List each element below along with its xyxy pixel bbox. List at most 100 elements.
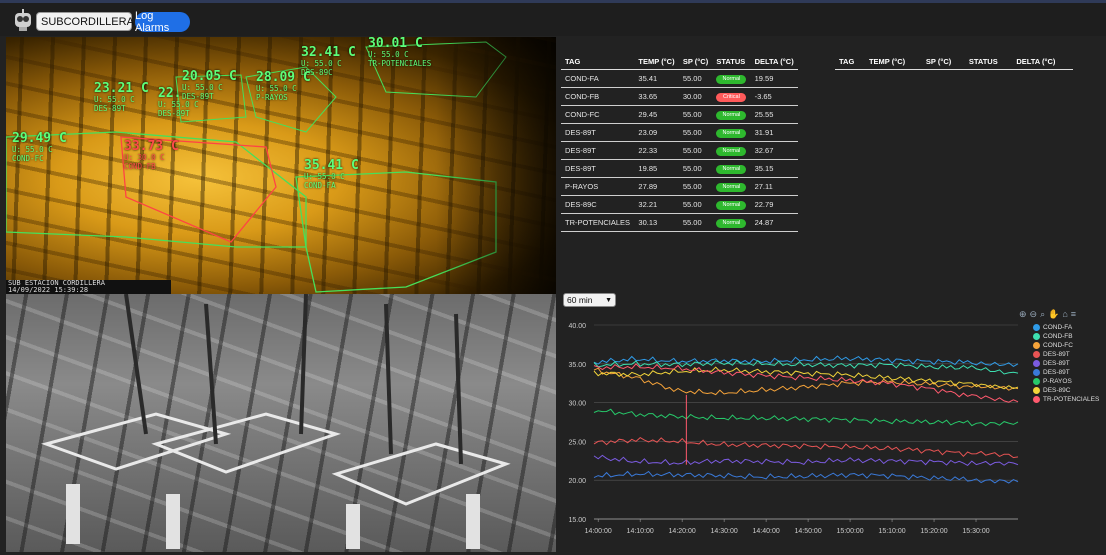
series-line-p-rayos (593, 408, 1019, 427)
legend-item[interactable]: P-RAYOS (1033, 377, 1105, 386)
cell-status: Critical (712, 87, 751, 106)
status-badge: Normal (716, 183, 747, 192)
legend-item[interactable]: DES-89T (1033, 350, 1105, 359)
x-tick-label: 14:10:00 (627, 528, 654, 535)
col-tag: TAG (561, 54, 635, 70)
cell-temp: 19.85 (634, 159, 679, 178)
cell-temp: 29.45 (634, 105, 679, 124)
substation-structure-shapes (41, 294, 511, 549)
col-delta: DELTA (°C) (750, 54, 798, 70)
series-line-cond-fc (593, 367, 1019, 396)
legend-marker (1033, 324, 1040, 331)
cell-tag: COND-FC (561, 105, 635, 124)
temperature-table: TAG TEMP (°C) SP (°C) STATUS DELTA (°C) … (561, 54, 798, 232)
status-badge: Normal (716, 129, 747, 138)
legend-marker (1033, 342, 1040, 349)
cell-temp: 33.65 (634, 87, 679, 106)
cell-temp: 22.33 (634, 141, 679, 160)
cell-status: Normal (712, 159, 751, 178)
cell-delta: 24.87 (750, 213, 798, 232)
col-temp: TEMP (°C) (634, 54, 679, 70)
table-row: COND-FB 33.65 30.00 Critical -3.65 (561, 87, 798, 106)
cell-sp: 55.00 (678, 123, 713, 142)
legend-item[interactable]: COND-FB (1033, 332, 1105, 341)
thermal-label-cond-fc: 29.49 C U: 55.0 C COND-FC (12, 131, 67, 163)
cell-status: Normal (712, 141, 751, 160)
cell-status: Normal (712, 123, 751, 142)
status-badge: Critical (716, 93, 747, 102)
col-delta: DELTA (°C) (1012, 54, 1073, 70)
cell-status: Normal (712, 69, 751, 88)
caption-timestamp: 14/09/2022 15:39:28 (8, 286, 89, 294)
cell-sp: 55.00 (678, 195, 713, 214)
cell-tag: TR-POTENCIALES (561, 213, 635, 232)
thermal-label-des-89t-a: 23.21 C U: 55.0 C DES-89T (94, 81, 149, 113)
x-tick-label: 15:30:00 (962, 528, 989, 535)
thermal-label-cond-fb: 33.73 C U: 30.0 C COND-FB (124, 139, 179, 171)
y-tick-label: 20.00 (568, 478, 586, 485)
visible-camera-feed (6, 294, 556, 552)
status-badge: Normal (716, 75, 747, 84)
series-line-des-89t (593, 470, 1019, 484)
table-row: P-RAYOS 27.89 55.00 Normal 27.11 (561, 177, 798, 196)
cell-tag: P-RAYOS (561, 177, 635, 196)
table-row: DES-89T 19.85 55.00 Normal 35.15 (561, 159, 798, 178)
legend-item[interactable]: COND-FA (1033, 323, 1105, 332)
station-select[interactable]: SUBCORDILLERA ▼ (36, 12, 143, 31)
cell-sp: 55.00 (678, 141, 713, 160)
series-line-des-89t (593, 454, 1019, 467)
cell-sp: 55.00 (678, 105, 713, 124)
cell-temp: 32.21 (634, 195, 679, 214)
x-tick-label: 15:00:00 (836, 528, 863, 535)
cell-sp: 55.00 (678, 177, 713, 196)
legend-item[interactable]: DES-89C (1033, 386, 1105, 395)
cell-delta: 35.15 (750, 159, 798, 178)
cell-tag: DES-89T (561, 141, 635, 160)
legend-item[interactable]: DES-89T (1033, 368, 1105, 377)
top-bar: SUBCORDILLERA ▼ Log Alarms (0, 0, 1106, 36)
time-range-value: 60 min (567, 295, 593, 305)
table-row: COND-FC 29.45 55.00 Normal 25.55 (561, 105, 798, 124)
legend-marker (1033, 369, 1040, 376)
table-row: DES-89T 22.33 55.00 Normal 32.67 (561, 141, 798, 160)
legend-label: TR-POTENCIALES (1043, 396, 1100, 403)
cell-delta: -3.65 (750, 87, 798, 106)
y-tick-label: 30.00 (568, 401, 586, 408)
legend-item[interactable]: COND-FC (1033, 341, 1105, 350)
cell-sp: 30.00 (678, 87, 713, 106)
cell-delta: 31.91 (750, 123, 798, 142)
series-line-des-89t (593, 436, 1019, 459)
x-tick-label: 15:10:00 (878, 528, 905, 535)
chart-legend: COND-FA COND-FB COND-FC DES-89T DES-89T DES-8… (1033, 323, 1105, 404)
col-status: STATUS (964, 54, 1013, 70)
legend-marker (1033, 378, 1040, 385)
legend-marker (1033, 360, 1040, 367)
cell-temp: 30.13 (634, 213, 679, 232)
y-tick-label: 25.00 (568, 439, 586, 446)
legend-item[interactable]: DES-89T (1033, 359, 1105, 368)
legend-label: DES-89T (1043, 360, 1070, 367)
legend-label: P-RAYOS (1043, 378, 1072, 385)
legend-marker (1033, 351, 1040, 358)
cell-delta: 19.59 (750, 69, 798, 88)
log-alarms-button[interactable]: Log Alarms (135, 10, 190, 34)
status-badge: Normal (716, 165, 747, 174)
thermal-label-cond-fa: 35.41 C U: 55.0 C COND-FA (304, 158, 359, 190)
x-tick-label: 14:30:00 (711, 528, 738, 535)
cell-status: Normal (712, 195, 751, 214)
legend-label: COND-FC (1043, 342, 1073, 349)
temperature-line-chart: 40.00 35.00 30.00 25.00 20.00 15.00 14:00:00 14… (568, 323, 1019, 535)
legend-marker (1033, 387, 1040, 394)
legend-item[interactable]: TR-POTENCIALES (1033, 395, 1105, 404)
status-badge: Normal (716, 219, 747, 228)
thermal-camera-feed: 30.01 C U: 55.0 C TR-POTENCIALES 32.41 C… (6, 37, 556, 294)
legend-label: DES-89T (1043, 369, 1070, 376)
cell-temp: 27.89 (634, 177, 679, 196)
cell-temp: 23.09 (634, 123, 679, 142)
thermal-shadow (436, 37, 556, 294)
table-row: DES-89C 32.21 55.00 Normal 22.79 (561, 195, 798, 214)
legend-marker (1033, 396, 1040, 403)
robot-logo-icon (15, 9, 31, 31)
cell-delta: 22.79 (750, 195, 798, 214)
x-tick-label: 14:50:00 (794, 528, 821, 535)
